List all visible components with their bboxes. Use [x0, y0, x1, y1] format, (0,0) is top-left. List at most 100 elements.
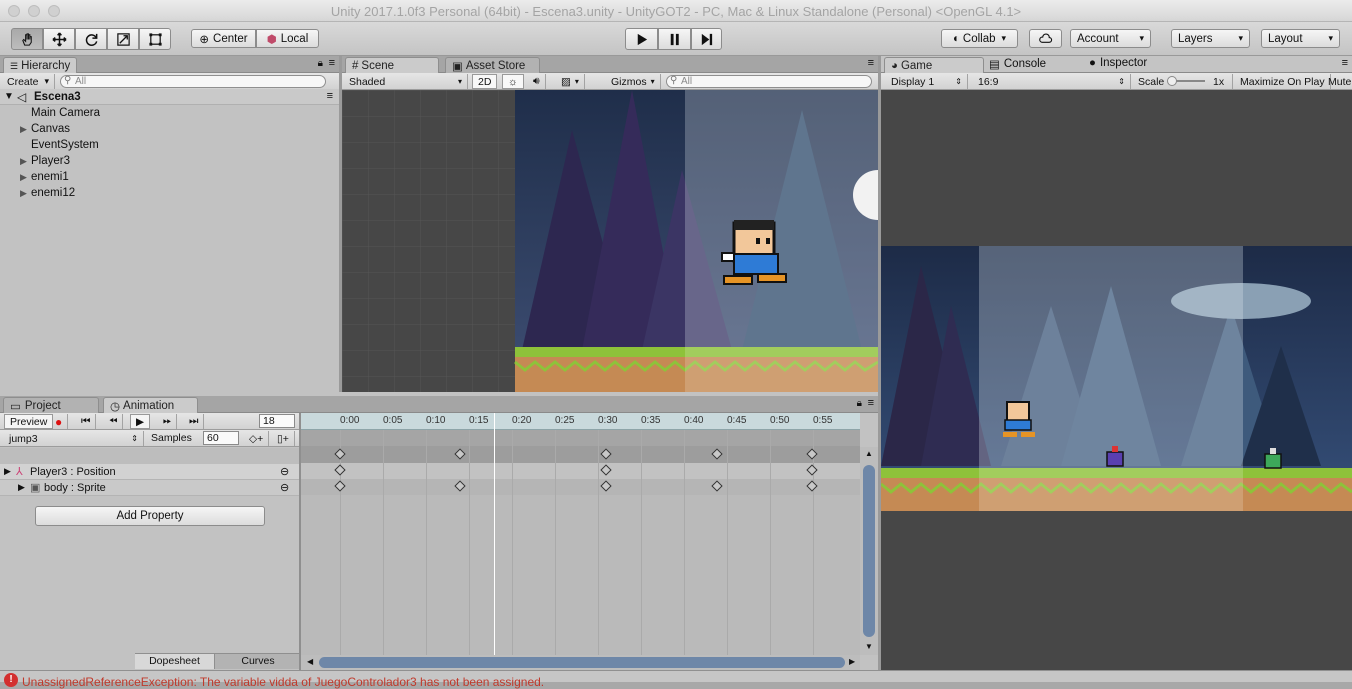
- next-frame-button[interactable]: ⏩︎: [158, 414, 178, 429]
- tab-scene[interactable]: # Scene: [345, 57, 439, 74]
- shading-mode-dropdown[interactable]: Shaded ▾: [344, 74, 468, 89]
- rect-tool-button[interactable]: [139, 28, 171, 50]
- audio-toggle[interactable]: 🔊︎: [528, 74, 546, 89]
- lighting-toggle[interactable]: ☼: [502, 74, 524, 89]
- property-row-sprite[interactable]: ▶ ▣ body : Sprite ⊖: [0, 480, 301, 496]
- layout-dropdown[interactable]: Layout: [1261, 29, 1340, 48]
- play-button[interactable]: [625, 28, 658, 50]
- gizmos-dropdown[interactable]: Gizmos ▾: [606, 74, 661, 89]
- collab-dropdown[interactable]: ◐ Collab: [941, 29, 1018, 48]
- events-lane[interactable]: [301, 430, 860, 446]
- scroll-right-icon[interactable]: ▶: [849, 657, 855, 666]
- aspect-dropdown[interactable]: 16:9 ⇕: [973, 74, 1131, 89]
- collapsed-triangle-icon[interactable]: ▶: [4, 466, 11, 477]
- slider-thumb[interactable]: [1167, 76, 1177, 86]
- move-tool-button[interactable]: [43, 28, 75, 50]
- dopesheet-timeline[interactable]: 0:00 0:05 0:10 0:15 0:20 0:25 0:30 0:35 …: [301, 413, 860, 655]
- last-keyframe-button[interactable]: ⏭: [184, 414, 205, 429]
- timeline-horizontal-scrollbar[interactable]: ◀ ▶: [301, 655, 860, 670]
- menu-icon[interactable]: ≡: [868, 57, 874, 69]
- tab-game[interactable]: ◕ Game: [884, 57, 984, 74]
- curves-tab[interactable]: Curves: [215, 654, 301, 669]
- hierarchy-item-enemi1[interactable]: ▶ enemi1: [0, 169, 69, 185]
- scale-slider[interactable]: Scale 1x: [1133, 74, 1233, 89]
- tab-scene-label: Scene: [361, 60, 395, 72]
- tab-asset-store[interactable]: ▣ Asset Store: [445, 57, 540, 73]
- cloud-button[interactable]: [1029, 29, 1062, 48]
- scroll-left-icon[interactable]: ◀: [307, 657, 313, 666]
- mute-audio-toggle[interactable]: Mute: [1323, 74, 1352, 89]
- tab-hierarchy[interactable]: ☰ Hierarchy: [3, 57, 77, 74]
- add-keyframe-button[interactable]: ◇+: [244, 431, 270, 446]
- sprite-lane[interactable]: [301, 479, 860, 495]
- clip-dropdown[interactable]: jump3 ⇕: [4, 431, 144, 446]
- menu-icon[interactable]: ≡: [329, 57, 335, 69]
- dopesheet-tab[interactable]: Dopesheet: [135, 654, 215, 669]
- lock-icon[interactable]: 🔒︎: [318, 58, 323, 69]
- hand-tool-button[interactable]: [11, 28, 43, 50]
- display-dropdown[interactable]: Display 1 ⇕: [886, 74, 968, 89]
- collapsed-triangle-icon[interactable]: ▶: [20, 172, 30, 183]
- preview-toggle[interactable]: Preview: [4, 414, 54, 429]
- scroll-thumb[interactable]: [319, 657, 845, 668]
- collapsed-triangle-icon[interactable]: ▶: [20, 188, 30, 199]
- scene-search-input[interactable]: All: [666, 75, 872, 88]
- rotate-tool-button[interactable]: [75, 28, 107, 50]
- position-lane[interactable]: [301, 463, 860, 479]
- collapsed-triangle-icon[interactable]: ▶: [18, 482, 25, 493]
- playhead[interactable]: [494, 413, 495, 655]
- hierarchy-item-eventsystem[interactable]: EventSystem: [0, 137, 99, 153]
- collapsed-triangle-icon[interactable]: ▶: [20, 156, 30, 167]
- add-property-button[interactable]: Add Property: [35, 506, 265, 526]
- account-dropdown[interactable]: Account: [1070, 29, 1151, 48]
- status-bar[interactable]: ! UnassignedReferenceException: The vari…: [0, 670, 1352, 689]
- frame-field[interactable]: 18: [259, 414, 295, 428]
- pivot-center-toggle[interactable]: ⊕ Center: [191, 29, 256, 48]
- hierarchy-item-canvas[interactable]: ▶ Canvas: [0, 121, 70, 137]
- summary-lane[interactable]: [301, 446, 860, 463]
- property-options-icon[interactable]: ⊖: [280, 481, 289, 494]
- 2d-mode-toggle[interactable]: 2D: [472, 74, 498, 89]
- prev-frame-button[interactable]: ⏪︎: [104, 414, 124, 429]
- hierarchy-item-player3[interactable]: ▶ Player3: [0, 153, 70, 169]
- play-animation-button[interactable]: ▶: [130, 414, 151, 429]
- menu-icon[interactable]: ≡: [868, 397, 874, 409]
- scroll-down-icon[interactable]: ▼: [865, 642, 873, 651]
- tab-console[interactable]: ▤ Console: [989, 57, 1046, 71]
- property-options-icon[interactable]: ⊖: [280, 465, 289, 478]
- time-ruler[interactable]: 0:00 0:05 0:10 0:15 0:20 0:25 0:30 0:35 …: [301, 413, 860, 430]
- tab-project[interactable]: ▭ Project: [3, 397, 99, 413]
- menu-icon[interactable]: ≡: [1342, 57, 1348, 69]
- effects-dropdown[interactable]: ▨ ▾: [556, 74, 585, 89]
- scroll-thumb[interactable]: [863, 465, 875, 637]
- tab-animation[interactable]: ◷ Animation: [103, 397, 198, 414]
- property-row-position[interactable]: ▶ ⅄ Player3 : Position ⊖: [0, 464, 301, 480]
- pivot-local-toggle[interactable]: ⬢ Local: [256, 29, 319, 48]
- scene-menu-icon[interactable]: ≡: [327, 90, 333, 102]
- create-dropdown[interactable]: Create: [2, 74, 56, 89]
- samples-field[interactable]: 60: [203, 431, 239, 445]
- scale-label: Scale: [1138, 75, 1165, 88]
- layers-dropdown[interactable]: Layers: [1171, 29, 1250, 48]
- scale-tool-button[interactable]: [107, 28, 139, 50]
- collapsed-triangle-icon[interactable]: ▶: [20, 124, 30, 135]
- status-message[interactable]: UnassignedReferenceException: The variab…: [22, 675, 544, 689]
- tab-inspector[interactable]: ● Inspector: [1089, 57, 1147, 69]
- record-button[interactable]: ●: [50, 414, 69, 429]
- scroll-up-icon[interactable]: ▲: [865, 449, 873, 458]
- maximize-on-play-toggle[interactable]: Maximize On Play: [1235, 74, 1331, 89]
- scene-row[interactable]: ▼ ◁ Escena3 ≡: [0, 89, 339, 105]
- scene-viewport[interactable]: [342, 90, 878, 392]
- timeline-vertical-scrollbar[interactable]: ▲ ▼: [860, 447, 878, 655]
- lock-icon[interactable]: 🔒︎: [857, 398, 862, 409]
- hierarchy-search-input[interactable]: All: [60, 75, 326, 88]
- add-event-button[interactable]: ▯+: [272, 431, 295, 446]
- step-button[interactable]: [691, 28, 722, 50]
- dropdown-arrow-icon: ▾: [650, 77, 655, 86]
- game-viewport[interactable]: [881, 246, 1352, 511]
- expand-triangle-icon[interactable]: ▼: [4, 91, 14, 102]
- hierarchy-item-enemi12[interactable]: ▶ enemi12: [0, 185, 75, 201]
- pause-button[interactable]: [658, 28, 691, 50]
- hierarchy-item-main-camera[interactable]: Main Camera: [0, 105, 100, 121]
- first-keyframe-button[interactable]: ⏮: [76, 414, 97, 429]
